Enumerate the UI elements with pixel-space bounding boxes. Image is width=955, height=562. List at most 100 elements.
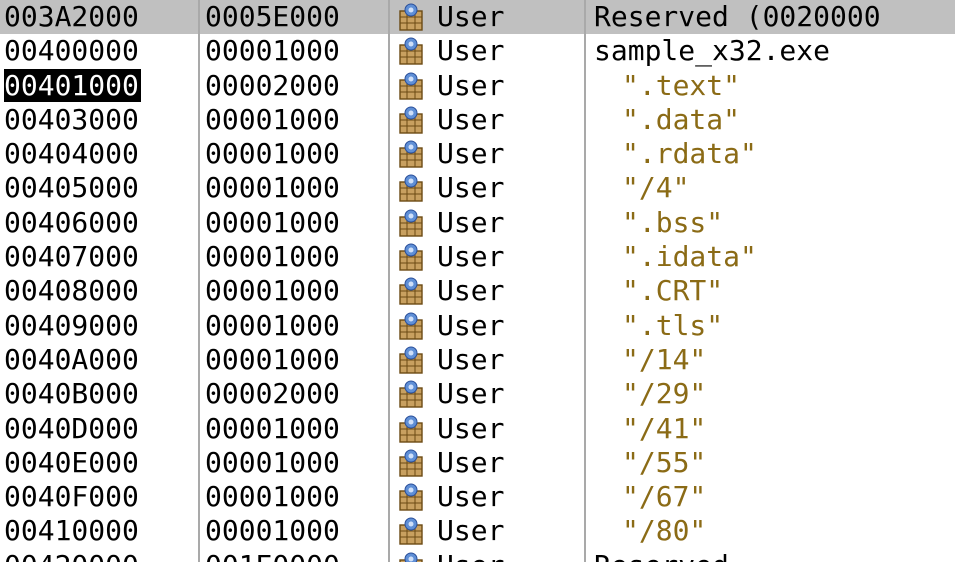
info-cell[interactable]: ".rdata" [594,137,955,171]
type-cell[interactable]: User [437,34,577,68]
size-cell[interactable]: 00001000 [205,480,389,514]
size-text: 00001000 [205,514,340,548]
table-row[interactable]: 0040D000 00001000 User "/41" [0,412,955,446]
table-row[interactable]: 00403000 00001000 User ".data" [0,103,955,137]
address-cell[interactable]: 0040A000 [4,343,198,377]
type-cell[interactable]: User [437,377,577,411]
address-text: 00407000 [4,240,139,274]
info-cell[interactable]: "/4" [594,171,955,205]
size-text: 001E0000 [205,549,340,562]
table-row[interactable]: 00404000 00001000 User ".rdata" [0,137,955,171]
address-cell[interactable]: 00407000 [4,240,198,274]
type-cell[interactable]: User [437,549,577,562]
info-cell[interactable]: sample_x32.exe [594,34,955,68]
info-cell[interactable]: Reserved [594,549,955,562]
address-cell[interactable]: 00400000 [4,34,198,68]
size-cell[interactable]: 00001000 [205,514,389,548]
size-cell[interactable]: 00001000 [205,206,389,240]
address-cell[interactable]: 0040B000 [4,377,198,411]
size-cell[interactable]: 00001000 [205,103,389,137]
table-row[interactable]: 00407000 00001000 User ".idata" [0,240,955,274]
type-cell[interactable]: User [437,137,577,171]
table-row[interactable]: 00406000 00001000 User ".bss" [0,206,955,240]
address-cell[interactable]: 00401000 [4,68,198,103]
table-row[interactable]: 00420000 001E0000 User Reserved [0,549,955,562]
user-module-icon [396,103,430,137]
info-cell[interactable]: ".idata" [594,240,955,274]
table-row[interactable]: 0040E000 00001000 User "/55" [0,446,955,480]
type-cell[interactable]: User [437,206,577,240]
address-cell[interactable]: 0040E000 [4,446,198,480]
address-text: 003A2000 [4,0,139,33]
size-cell[interactable]: 00001000 [205,343,389,377]
size-cell[interactable]: 00002000 [205,377,389,411]
info-cell[interactable]: "/55" [594,446,955,480]
address-cell[interactable]: 00403000 [4,103,198,137]
type-cell[interactable]: User [437,0,577,34]
size-text: 00002000 [205,68,340,102]
table-row[interactable]: 00408000 00001000 User ".CRT" [0,274,955,308]
address-cell[interactable]: 003A2000 [4,0,198,34]
type-cell[interactable]: User [437,480,577,514]
type-cell[interactable]: User [437,103,577,137]
table-row[interactable]: 0040A000 00001000 User "/14" [0,343,955,377]
size-cell[interactable]: 00001000 [205,34,389,68]
table-row[interactable]: 0040F000 00001000 User "/67" [0,480,955,514]
table-row[interactable]: 00410000 00001000 User "/80" [0,514,955,548]
type-cell[interactable]: User [437,240,577,274]
address-cell[interactable]: 00406000 [4,206,198,240]
info-cell[interactable]: ".bss" [594,206,955,240]
info-cell[interactable]: "/41" [594,412,955,446]
user-module-icon [396,412,430,446]
address-cell[interactable]: 00408000 [4,274,198,308]
size-cell[interactable]: 00001000 [205,412,389,446]
info-cell[interactable]: "/80" [594,514,955,548]
memory-map-table[interactable]: 003A2000 0005E000 User Reserved (0020000 004… [0,0,955,562]
type-text: User [437,274,505,308]
info-cell[interactable]: ".CRT" [594,274,955,308]
table-row[interactable]: 00409000 00001000 User ".tls" [0,309,955,343]
type-cell[interactable]: User [437,274,577,308]
address-text: 00400000 [4,34,139,68]
address-cell[interactable]: 00405000 [4,171,198,205]
address-cell[interactable]: 0040D000 [4,412,198,446]
type-cell[interactable]: User [437,514,577,548]
table-row[interactable]: 00405000 00001000 User "/4" [0,171,955,205]
size-cell[interactable]: 00002000 [205,69,389,103]
table-row[interactable]: 003A2000 0005E000 User Reserved (0020000 [0,0,955,35]
type-cell[interactable]: User [437,412,577,446]
type-text: User [437,514,505,548]
size-cell[interactable]: 00001000 [205,274,389,308]
address-cell[interactable]: 00410000 [4,514,198,548]
info-cell[interactable]: ".data" [594,103,955,137]
size-cell[interactable]: 001E0000 [205,549,389,562]
info-cell[interactable]: "/67" [594,480,955,514]
address-cell[interactable]: 00409000 [4,309,198,343]
info-cell[interactable]: "/29" [594,377,955,411]
address-cell[interactable]: 00404000 [4,137,198,171]
type-cell[interactable]: User [437,309,577,343]
address-text: 0040D000 [4,411,139,445]
info-cell[interactable]: ".text" [594,69,955,103]
info-cell[interactable]: Reserved (0020000 [594,0,955,34]
type-cell[interactable]: User [437,171,577,205]
table-row[interactable]: 00400000 00001000 User sample_x32.exe [0,34,955,68]
address-cell[interactable]: 0040F000 [4,480,198,514]
address-cell[interactable]: 00420000 [4,549,198,562]
type-cell[interactable]: User [437,69,577,103]
type-cell[interactable]: User [437,343,577,377]
size-cell[interactable]: 00001000 [205,240,389,274]
size-cell[interactable]: 00001000 [205,171,389,205]
size-cell[interactable]: 00001000 [205,309,389,343]
info-cell[interactable]: "/14" [594,343,955,377]
info-cell[interactable]: ".tls" [594,309,955,343]
user-module-icon [396,343,430,377]
address-text: 0040A000 [4,342,139,376]
size-cell[interactable]: 00001000 [205,137,389,171]
type-cell[interactable]: User [437,446,577,480]
table-row[interactable]: 00401000 00002000 User ".text" [0,68,955,103]
address-text: 00401000 [4,68,141,102]
size-cell[interactable]: 0005E000 [205,0,389,34]
table-row[interactable]: 0040B000 00002000 User "/29" [0,377,955,411]
size-cell[interactable]: 00001000 [205,446,389,480]
